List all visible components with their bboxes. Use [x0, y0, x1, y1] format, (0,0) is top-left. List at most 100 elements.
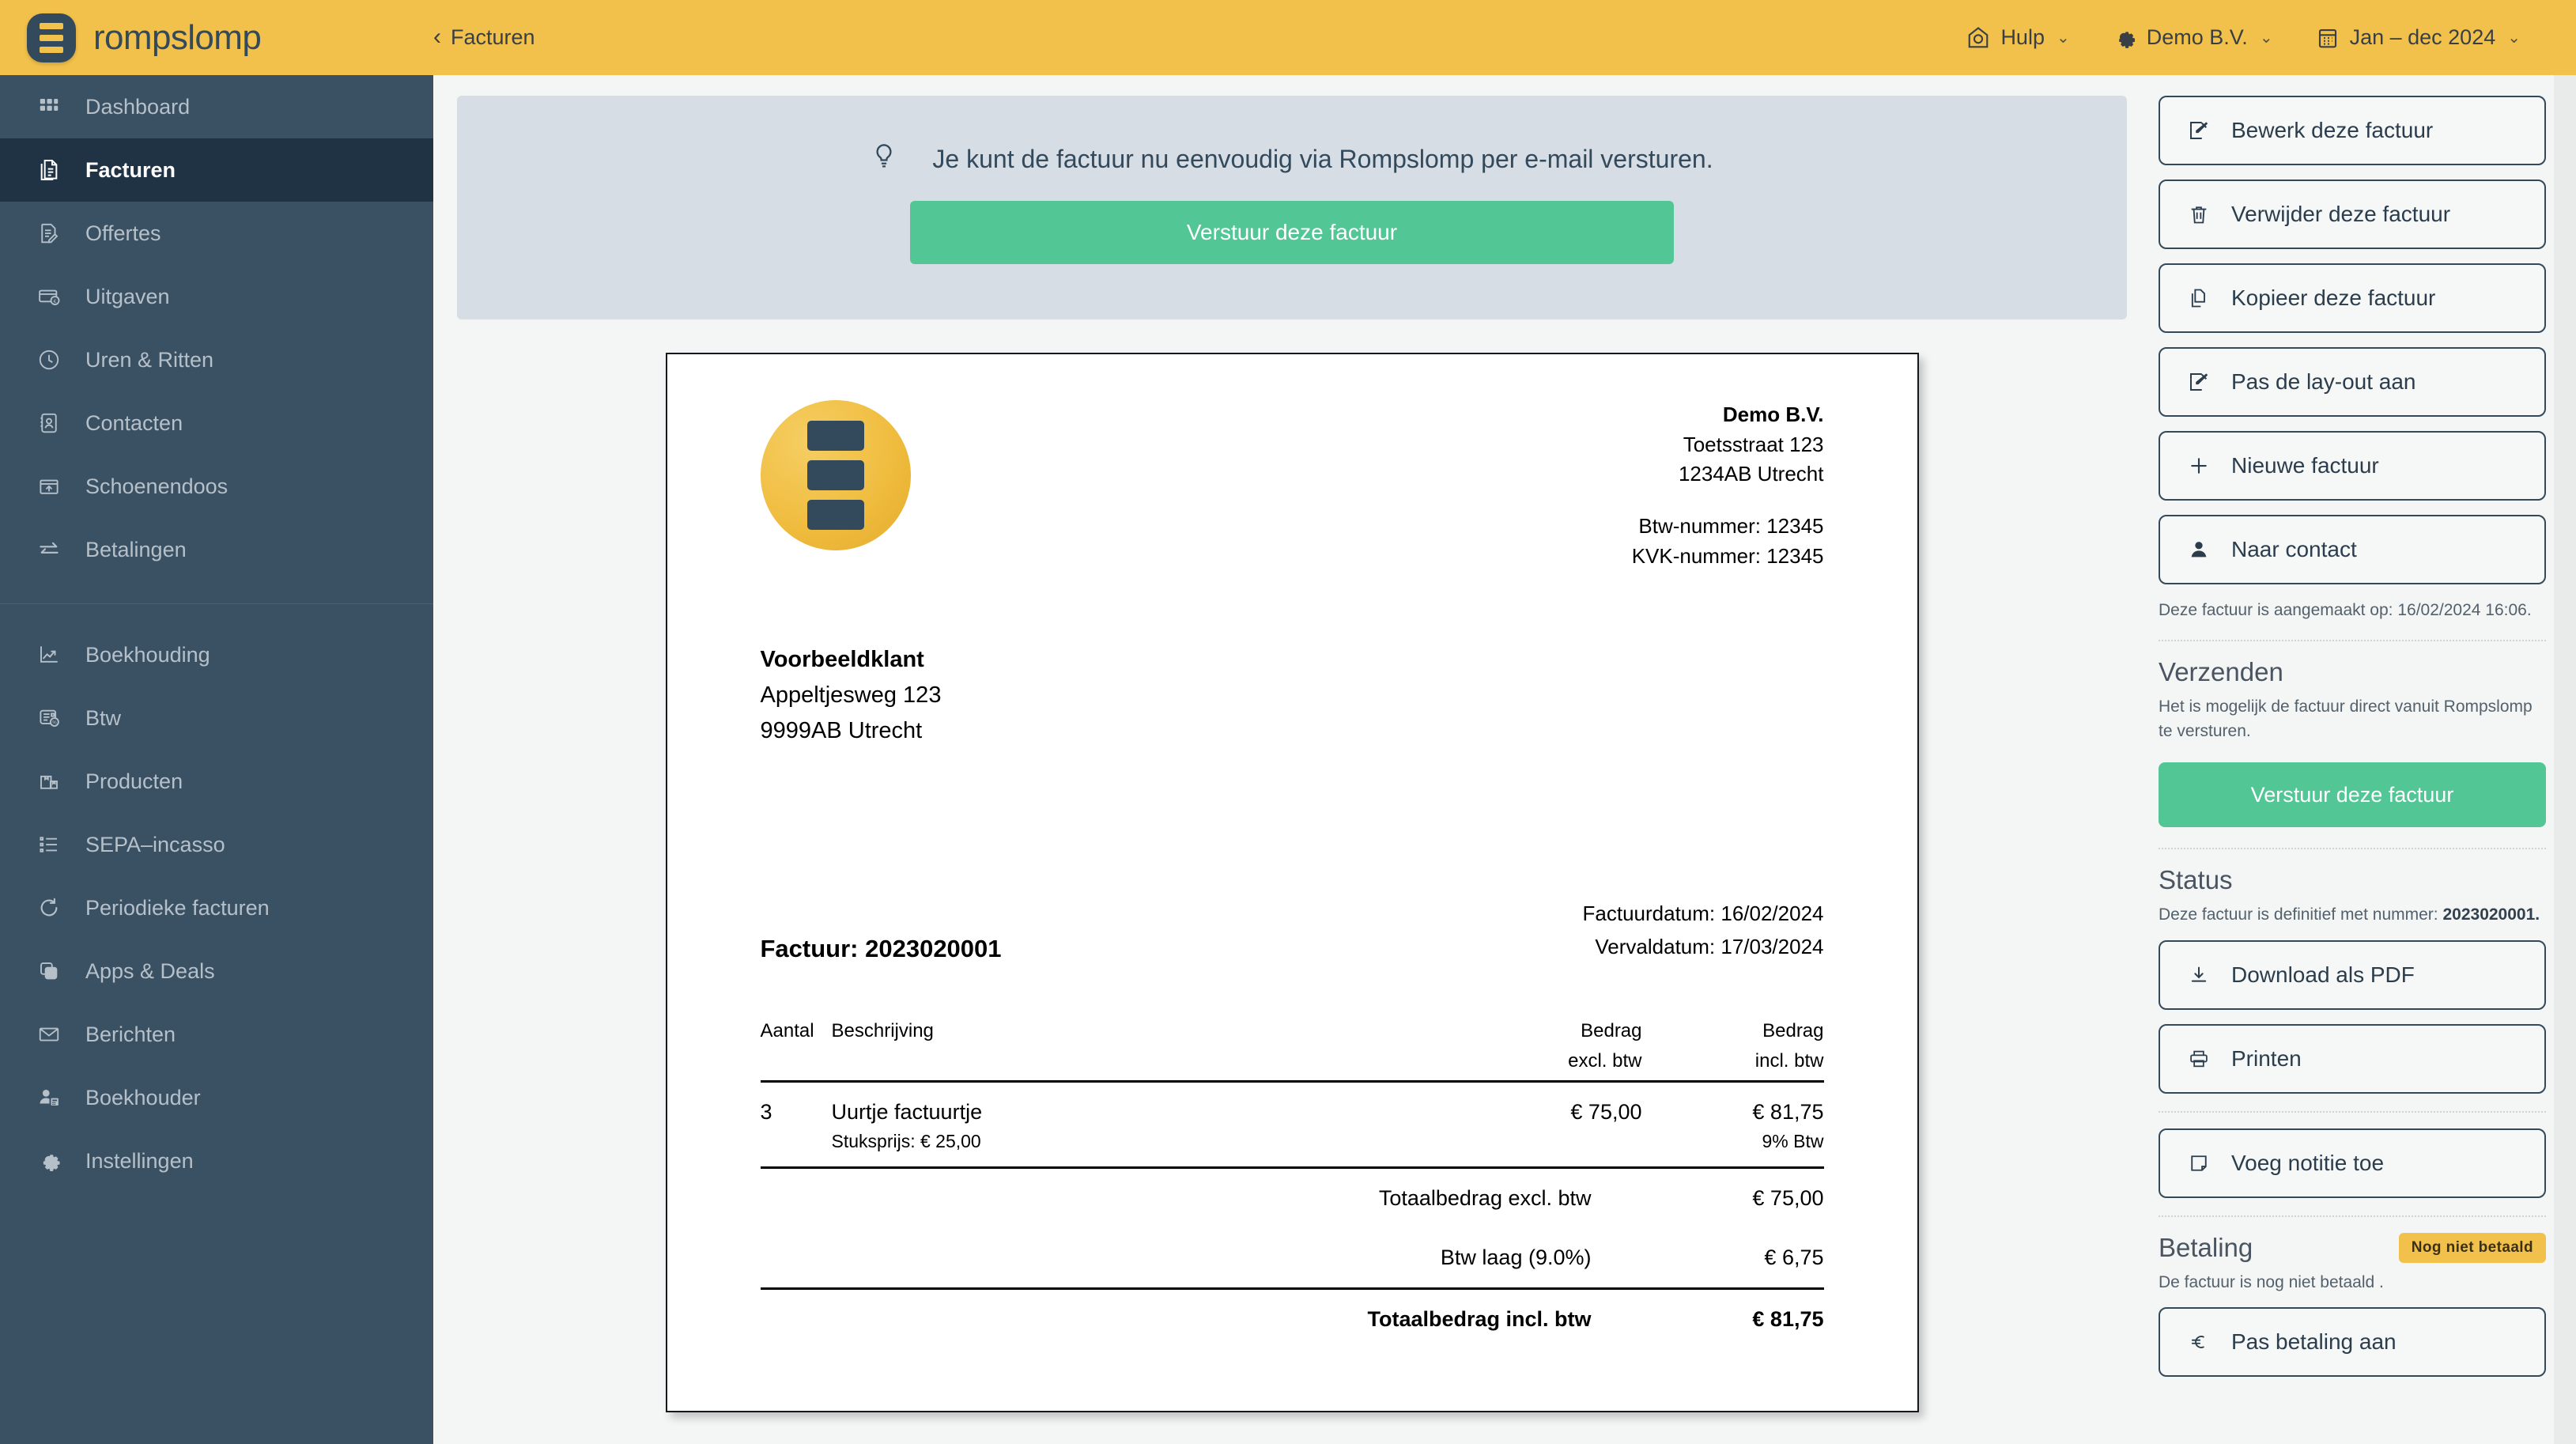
sidebar-item-schoenendoos[interactable]: Schoenendoos — [0, 455, 433, 518]
button-label: Naar contact — [2231, 537, 2357, 562]
button-label: Pas betaling aan — [2231, 1329, 2397, 1355]
sidebar-item-betalingen[interactable]: Betalingen — [0, 518, 433, 581]
topbar-item-period[interactable]: Jan – dec 2024 ⌄ — [2316, 25, 2521, 50]
sidebar-item-contacten[interactable]: Contacten — [0, 391, 433, 455]
sidebar-item-offertes[interactable]: Offertes — [0, 202, 433, 265]
status-badge: Nog niet betaald — [2399, 1233, 2546, 1263]
total-label-incl: Totaalbedrag incl. btw — [761, 1289, 1642, 1350]
trash-icon — [2185, 203, 2212, 225]
sidebar-item-apps-deals[interactable]: Apps & Deals — [0, 939, 433, 1003]
total-row-vat: Btw laag (9.0%) € 6,75 — [761, 1228, 1824, 1289]
top-bar: rompslomp ‹ Facturen Hulp ⌄ Demo B.V. ⌄ — [0, 0, 2576, 75]
sender-coc-number: KVK-nummer: 12345 — [1632, 542, 1824, 572]
note-icon — [2185, 1152, 2212, 1174]
total-label-vat: Btw laag (9.0%) — [761, 1228, 1642, 1289]
sidebar-item-boekhouding[interactable]: Boekhouding — [0, 623, 433, 686]
download-icon — [2185, 964, 2212, 986]
status-section-heading: Status — [2159, 865, 2546, 895]
copy-invoice-button[interactable]: Kopieer deze factuur — [2159, 263, 2546, 333]
brand-name: rompslomp — [93, 18, 261, 58]
panel-divider — [2159, 1215, 2546, 1217]
panel-divider — [2159, 848, 2546, 849]
edit-invoice-button[interactable]: Bewerk deze factuur — [2159, 96, 2546, 165]
chart-up-icon — [33, 643, 65, 667]
user-calc-icon — [33, 1086, 65, 1109]
main-content: Je kunt de factuur nu eenvoudig via Romp… — [433, 75, 2576, 1444]
button-label: Bewerk deze factuur — [2231, 118, 2433, 143]
page-scrollbar[interactable] — [2554, 75, 2576, 1444]
invoice-date: Factuurdatum: 16/02/2024 — [1583, 898, 1824, 931]
panel-divider — [2159, 640, 2546, 641]
total-value-incl: € 81,75 — [1642, 1289, 1824, 1350]
sidebar-item-periodieke-facturen[interactable]: Periodieke facturen — [0, 876, 433, 939]
sidebar-item-uitgaven[interactable]: € Uitgaven — [0, 265, 433, 328]
breadcrumb-label: Facturen — [451, 25, 535, 50]
calendar-icon — [2316, 26, 2340, 50]
sidebar-item-producten[interactable]: Producten — [0, 750, 433, 813]
line-desc: Uurtje factuurtje — [832, 1100, 983, 1124]
download-pdf-button[interactable]: Download als PDF — [2159, 940, 2546, 1010]
adjust-payment-button[interactable]: Pas betaling aan — [2159, 1307, 2546, 1377]
send-section-text: Het is mogelijk de factuur direct vanuit… — [2159, 695, 2546, 743]
cell-amount-excl: € 75,00 — [1460, 1082, 1642, 1168]
pencil-square-icon — [2185, 119, 2212, 142]
button-label: Kopieer deze factuur — [2231, 285, 2435, 311]
sidebar-item-boekhouder[interactable]: Boekhouder — [0, 1066, 433, 1129]
topbar-item-label: Jan – dec 2024 — [2350, 25, 2496, 50]
refresh-icon — [33, 896, 65, 920]
total-value-excl: € 75,00 — [1642, 1169, 1824, 1228]
chevron-down-icon: ⌄ — [2057, 28, 2070, 47]
invoice-number: Factuur: 2023020001 — [761, 935, 1002, 963]
send-invoice-banner-button[interactable]: Verstuur deze factuur — [910, 201, 1674, 264]
client-name: Voorbeeldklant — [761, 642, 1824, 678]
sidebar-item-sepa-incasso[interactable]: SEPA–incasso — [0, 813, 433, 876]
sidebar-item-label: Betalingen — [85, 538, 187, 562]
created-note: Deze factuur is aangemaakt op: 16/02/202… — [2159, 599, 2546, 622]
cell-description: Uurtje factuurtje Stuksprijs: € 25,00 — [832, 1082, 1460, 1168]
sidebar-item-btw[interactable]: % Btw — [0, 686, 433, 750]
add-note-button[interactable]: Voeg notitie toe — [2159, 1128, 2546, 1198]
sidebar-item-label: Boekhouding — [85, 643, 210, 667]
invoice-company-logo-icon — [761, 400, 911, 550]
sidebar-item-uren-ritten[interactable]: Uren & Ritten — [0, 328, 433, 391]
th-description: Beschrijving — [832, 1020, 1460, 1082]
button-label: Verwijder deze factuur — [2231, 202, 2450, 227]
svg-text:%: % — [52, 720, 57, 725]
send-invoice-panel-button[interactable]: Verstuur deze factuur — [2159, 762, 2546, 827]
euro-icon — [2185, 1331, 2212, 1353]
sidebar-item-facturen[interactable]: Facturen — [0, 138, 433, 202]
gear-icon — [33, 1149, 65, 1173]
card-euro-icon: € — [33, 285, 65, 308]
sidebar-item-dashboard[interactable]: Dashboard — [0, 75, 433, 138]
sidebar-item-label: Instellingen — [85, 1149, 194, 1174]
topbar-item-company[interactable]: Demo B.V. ⌄ — [2113, 25, 2273, 50]
payment-section-header: Betaling Nog niet betaald — [2159, 1233, 2546, 1263]
topbar-item-hulp[interactable]: Hulp ⌄ — [1966, 25, 2069, 50]
go-to-contact-button[interactable]: Naar contact — [2159, 515, 2546, 584]
invoice-column: Je kunt de factuur nu eenvoudig via Romp… — [433, 75, 2159, 1444]
new-invoice-button[interactable]: Nieuwe factuur — [2159, 431, 2546, 501]
grid-icon — [33, 95, 65, 119]
line-vat-rate: 9% Btw — [1642, 1131, 1824, 1152]
print-button[interactable]: Printen — [2159, 1024, 2546, 1094]
sidebar-item-label: Producten — [85, 769, 183, 794]
cell-qty: 3 — [761, 1082, 832, 1168]
plus-icon — [2185, 454, 2212, 478]
sidebar-item-berichten[interactable]: Berichten — [0, 1003, 433, 1066]
edit-layout-button[interactable]: Pas de lay-out aan — [2159, 347, 2546, 417]
breadcrumb[interactable]: ‹ Facturen — [433, 25, 535, 50]
sender-vat-number: Btw-nummer: 12345 — [1632, 512, 1824, 542]
panel-divider — [2159, 1111, 2546, 1113]
invoice-lines-table: Aantal Beschrijving Bedrag excl. btw Bed… — [761, 1020, 1824, 1169]
brand-logo[interactable]: rompslomp — [0, 0, 433, 75]
sidebar-item-instellingen[interactable]: Instellingen — [0, 1129, 433, 1193]
sidebar-item-label: Offertes — [85, 221, 161, 246]
sidebar-item-label: Contacten — [85, 411, 183, 436]
rompslomp-logo-icon — [27, 13, 76, 62]
delete-invoice-button[interactable]: Verwijder deze factuur — [2159, 180, 2546, 249]
sidebar-item-label: Uren & Ritten — [85, 348, 213, 372]
button-label: Nieuwe factuur — [2231, 453, 2379, 478]
th-qty: Aantal — [761, 1020, 832, 1082]
printer-icon — [2185, 1048, 2212, 1070]
banner-text: Je kunt de factuur nu eenvoudig via Romp… — [932, 145, 1713, 174]
